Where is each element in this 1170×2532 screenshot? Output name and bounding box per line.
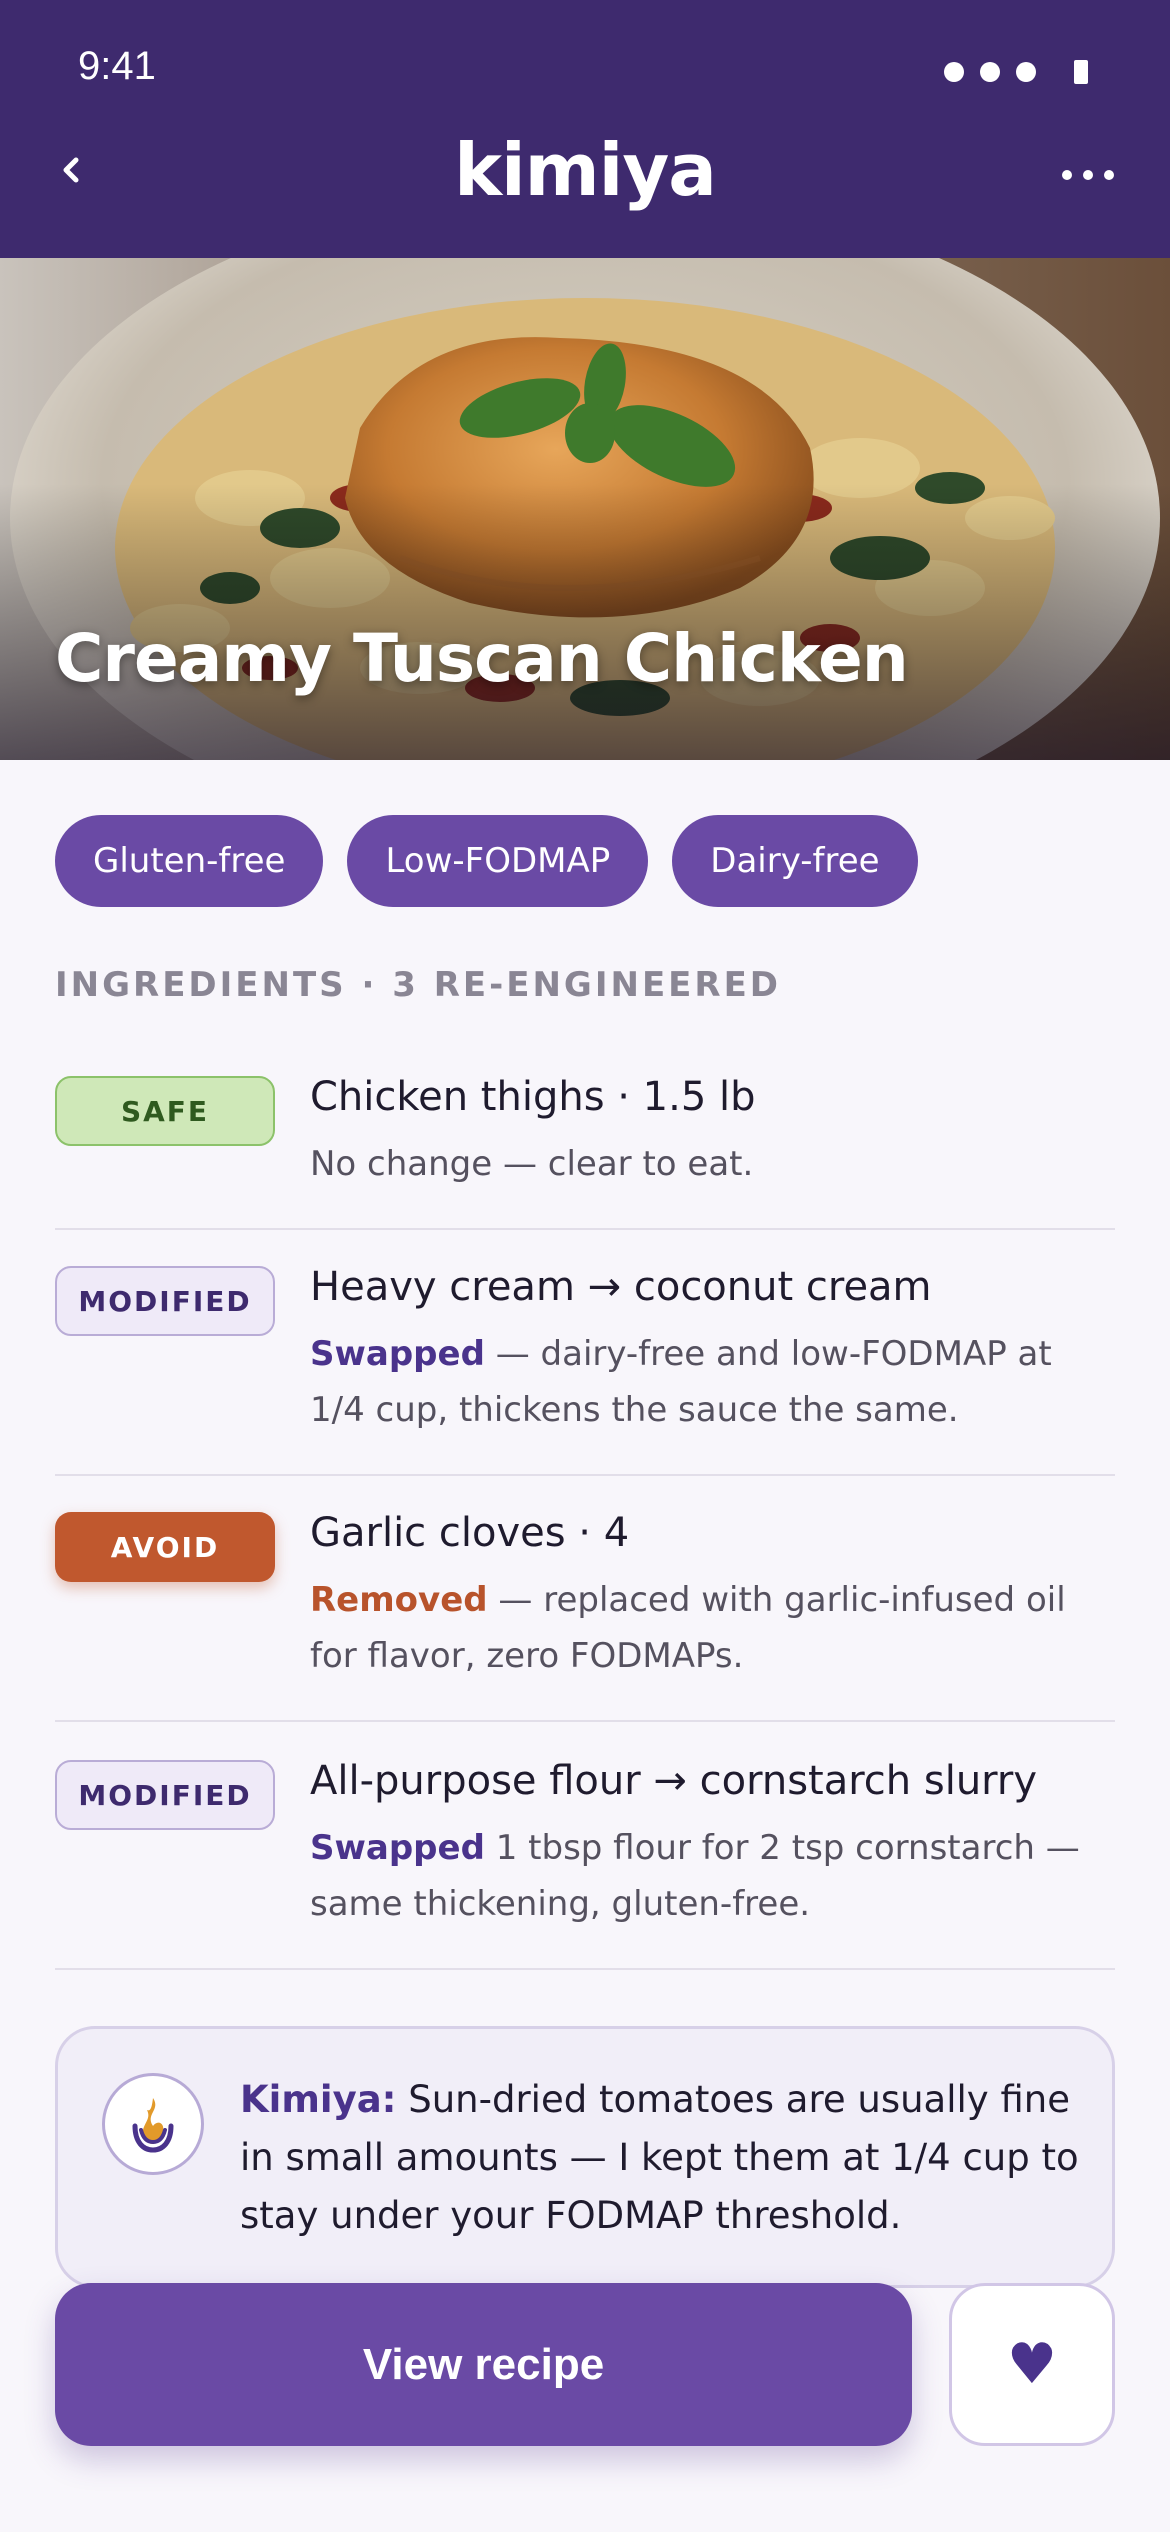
status-badge: MODIFIED (55, 1266, 275, 1336)
diet-tag[interactable]: Low-FODMAP (347, 815, 649, 907)
recipe-title: Creamy Tuscan Chicken (55, 620, 909, 697)
ingredient-note: Swapped — dairy-free and low-FODMAP at 1… (310, 1334, 1052, 1430)
ingredient-note: Removed — replaced with garlic-infused o… (310, 1580, 1066, 1676)
signal-dot-icon (1016, 62, 1036, 82)
tip-text: Kimiya: Sun-dried tomatoes are usually f… (240, 2078, 1079, 2237)
signal-dot-icon (980, 62, 1000, 82)
ingredient-name: Heavy cream → coconut cream (310, 1264, 932, 1310)
diet-tag[interactable]: Dairy-free (672, 815, 918, 907)
favorite-button[interactable]: ♥ (949, 2283, 1115, 2446)
status-icons (944, 60, 1088, 84)
view-recipe-button[interactable]: View recipe (55, 2283, 912, 2446)
heart-icon: ♥ (1006, 2332, 1058, 2397)
flame-icon (102, 2073, 204, 2175)
brand-title: kimiya (454, 128, 717, 212)
status-time: 9:41 (78, 44, 156, 88)
ingredient-row[interactable]: AVOID Garlic cloves · 4 Removed — replac… (55, 1476, 1115, 1722)
status-badge: MODIFIED (55, 1760, 275, 1830)
ingredient-note: Swapped 1 tbsp flour for 2 tsp cornstarc… (310, 1828, 1080, 1924)
ingredient-row[interactable]: MODIFIED All-purpose flour → cornstarch … (55, 1722, 1115, 1970)
ingredient-name: Chicken thighs · 1.5 lb (310, 1074, 756, 1120)
app-header: 9:41 kimiya (0, 0, 1170, 258)
swap-label: Swapped (310, 1828, 485, 1868)
diet-tags: Gluten-free Low-FODMAP Dairy-free (55, 815, 918, 907)
ingredient-row[interactable]: SAFE Chicken thighs · 1.5 lb No change —… (55, 1050, 1115, 1230)
battery-icon (1074, 60, 1088, 84)
assistant-tip-card: Kimiya: Sun-dried tomatoes are usually f… (55, 2026, 1115, 2288)
ingredient-name: All-purpose flour → cornstarch slurry (310, 1758, 1038, 1804)
status-badge: SAFE (55, 1076, 275, 1146)
removed-label: Removed (310, 1580, 488, 1620)
more-horizontal-icon[interactable] (1062, 170, 1114, 180)
signal-dot-icon (944, 62, 964, 82)
ingredient-name: Garlic cloves · 4 (310, 1510, 630, 1556)
assistant-name: Kimiya: (240, 2078, 397, 2121)
ingredient-row[interactable]: MODIFIED Heavy cream → coconut cream Swa… (55, 1230, 1115, 1476)
status-badge: AVOID (55, 1512, 275, 1582)
diet-tag[interactable]: Gluten-free (55, 815, 324, 907)
hero-image: Creamy Tuscan Chicken (0, 258, 1170, 760)
section-label: INGREDIENTS · 3 RE-ENGINEERED (55, 965, 782, 1005)
swap-label: Swapped (310, 1334, 485, 1374)
ingredient-note: No change — clear to eat. (310, 1144, 754, 1184)
